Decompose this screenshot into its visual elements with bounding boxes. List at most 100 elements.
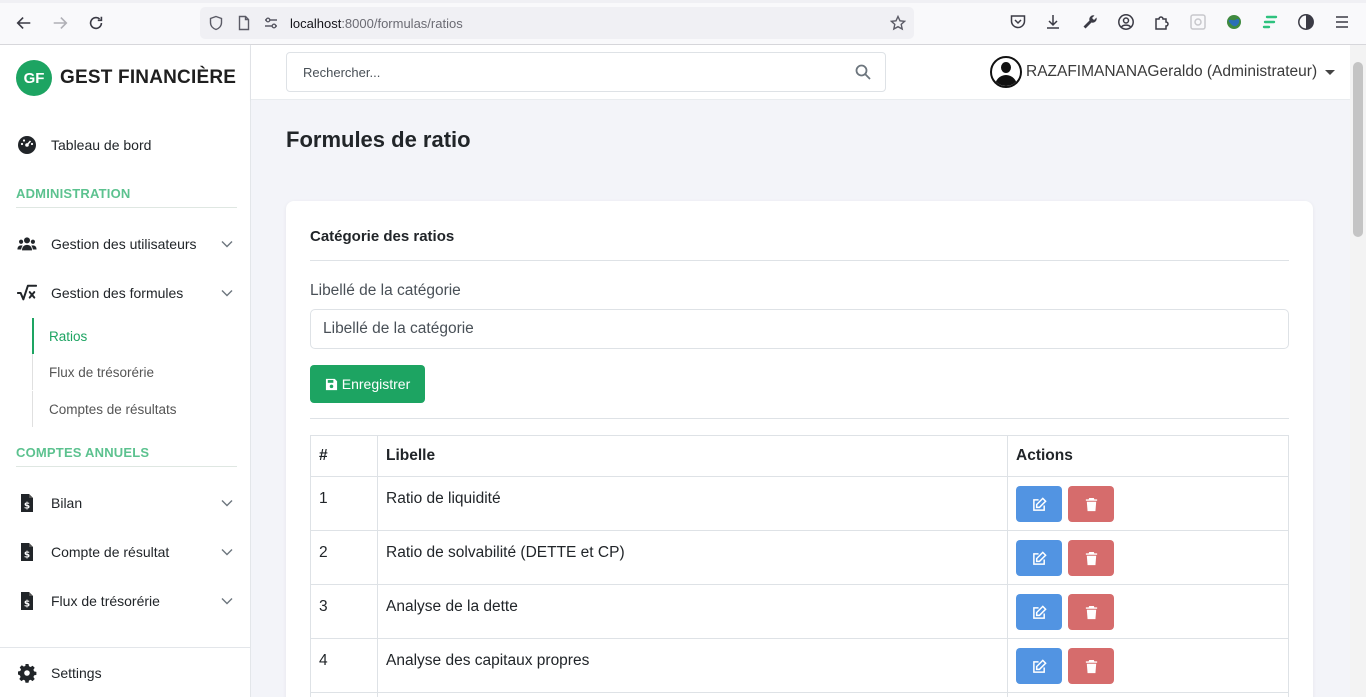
top-header: RAZAFIMANANAGeraldo (Administrateur) xyxy=(251,45,1350,100)
trash-icon xyxy=(1085,551,1097,565)
category-input[interactable] xyxy=(310,309,1289,349)
sidebar-item-label: Flux de trésorérie xyxy=(51,593,160,609)
bookmark-star-icon[interactable] xyxy=(889,14,907,31)
sidebar-item-label: Compte de résultat xyxy=(51,544,170,560)
delete-button[interactable] xyxy=(1068,594,1115,630)
floppy-disk-icon xyxy=(325,378,337,390)
sidebar-item-balance-sheet[interactable]: $ Bilan xyxy=(16,489,238,517)
pocket-icon[interactable] xyxy=(1009,13,1027,31)
chevron-down-icon[interactable] xyxy=(220,496,234,510)
page-scrollbar[interactable] xyxy=(1350,45,1366,697)
edit-button[interactable] xyxy=(1016,594,1062,630)
scrollbar-thumb[interactable] xyxy=(1353,62,1363,237)
sidebar-item-label: Gestion des utilisateurs xyxy=(51,236,197,252)
edit-icon xyxy=(1032,604,1047,619)
square-root-icon xyxy=(16,282,38,304)
edit-icon xyxy=(1032,658,1047,673)
chevron-down-icon[interactable] xyxy=(220,594,234,608)
gear-icon xyxy=(16,662,38,684)
url-text: localhost:8000/formulas/ratios xyxy=(290,16,463,31)
column-header-number: # xyxy=(310,435,378,477)
edit-icon xyxy=(1032,496,1047,511)
search-icon[interactable] xyxy=(855,64,871,80)
sidebar-subitem-ratios[interactable]: Ratios xyxy=(32,318,237,354)
table-header-row: # Libelle Actions xyxy=(310,435,1289,477)
sidebar-item-income-statement[interactable]: $ Compte de résultat xyxy=(16,538,238,566)
row-actions xyxy=(1007,692,1289,697)
caret-down-icon xyxy=(1325,69,1336,75)
privacy-extension-icon[interactable] xyxy=(1297,13,1315,31)
page-icon[interactable] xyxy=(236,15,252,31)
brand[interactable]: GF GEST FINANCIÈRE xyxy=(16,60,236,96)
svg-text:$: $ xyxy=(24,502,30,512)
chevron-down-icon[interactable] xyxy=(220,286,234,300)
sidebar-divider xyxy=(0,647,250,648)
svg-text:$: $ xyxy=(24,551,30,561)
edit-button[interactable] xyxy=(1016,648,1062,684)
save-button[interactable]: Enregistrer xyxy=(310,365,425,403)
edit-button[interactable] xyxy=(1016,486,1062,522)
chevron-down-icon[interactable] xyxy=(220,237,234,251)
row-actions xyxy=(1007,584,1289,639)
search-box xyxy=(286,52,886,92)
table-row: 1 Ratio de liquidité xyxy=(310,476,1289,531)
sidebar-item-label: Settings xyxy=(51,665,102,681)
sidebar-item-label: Gestion des formules xyxy=(51,285,184,301)
extensions-icon[interactable] xyxy=(1153,13,1171,31)
user-name: RAZAFIMANANAGeraldo (Administrateur) xyxy=(1026,63,1318,80)
permissions-icon[interactable] xyxy=(263,15,279,31)
edit-button[interactable] xyxy=(1016,540,1062,576)
shield-icon[interactable] xyxy=(208,15,224,31)
sidebar-item-users[interactable]: Gestion des utilisateurs xyxy=(16,230,238,258)
row-label xyxy=(377,692,1008,697)
sidebar-subitem-income-statements[interactable]: Comptes de résultats xyxy=(32,391,237,427)
sidebar-item-formulas[interactable]: Gestion des formules xyxy=(16,279,238,307)
browser-toolbar: localhost:8000/formulas/ratios xyxy=(0,0,1366,45)
main-content: Formules de ratio Catégorie des ratios L… xyxy=(251,100,1350,697)
container-icon[interactable] xyxy=(1189,13,1207,31)
section-title-administration: ADMINISTRATION xyxy=(16,186,237,208)
invoice-dollar-icon: $ xyxy=(16,590,38,612)
delete-button[interactable] xyxy=(1068,540,1115,576)
account-icon[interactable] xyxy=(1117,13,1135,31)
row-number xyxy=(310,692,378,697)
sidebar-item-dashboard[interactable]: Tableau de bord xyxy=(16,131,238,159)
lines-extension-icon[interactable] xyxy=(1261,13,1279,31)
chevron-down-icon[interactable] xyxy=(220,545,234,559)
download-icon[interactable] xyxy=(1044,13,1062,31)
row-label: Ratio de solvabilité (DETTE et CP) xyxy=(377,530,1008,585)
card-title: Catégorie des ratios xyxy=(310,228,455,245)
forward-icon[interactable] xyxy=(49,12,71,34)
invoice-dollar-icon: $ xyxy=(16,541,38,563)
sidebar-item-label: Bilan xyxy=(51,495,83,511)
row-label: Ratio de liquidité xyxy=(377,476,1008,531)
row-label: Analyse des capitaux propres xyxy=(377,638,1008,693)
row-number: 4 xyxy=(310,638,378,693)
reload-icon[interactable] xyxy=(85,12,107,34)
divider xyxy=(310,418,1289,419)
sidebar-item-label: Tableau de bord xyxy=(51,137,152,153)
sidebar: GF GEST FINANCIÈRE Tableau de bord ADMIN… xyxy=(0,45,251,697)
avatar xyxy=(990,56,1022,88)
column-header-actions: Actions xyxy=(1007,435,1289,477)
address-bar[interactable]: localhost:8000/formulas/ratios xyxy=(200,7,914,39)
brand-logo: GF xyxy=(16,60,52,96)
menu-icon[interactable] xyxy=(1333,13,1351,31)
page-title: Formules de ratio xyxy=(286,127,471,152)
wrench-icon[interactable] xyxy=(1081,13,1099,31)
back-icon[interactable] xyxy=(13,12,35,34)
table-row xyxy=(310,692,1289,697)
table-row: 3 Analyse de la dette xyxy=(310,584,1289,639)
search-input[interactable] xyxy=(287,53,847,91)
users-icon xyxy=(16,233,38,255)
delete-button[interactable] xyxy=(1068,486,1115,522)
invoice-dollar-icon: $ xyxy=(16,492,38,514)
sidebar-subitem-cash-flow[interactable]: Flux de trésorérie xyxy=(32,354,237,390)
globe-extension-icon[interactable] xyxy=(1225,13,1243,31)
sidebar-item-cash-flow[interactable]: $ Flux de trésorérie xyxy=(16,587,238,615)
row-number: 2 xyxy=(310,530,378,585)
user-menu[interactable]: RAZAFIMANANAGeraldo (Administrateur) xyxy=(990,56,1336,88)
delete-button[interactable] xyxy=(1068,648,1115,684)
trash-icon xyxy=(1085,605,1097,619)
sidebar-item-settings[interactable]: Settings xyxy=(16,659,238,687)
